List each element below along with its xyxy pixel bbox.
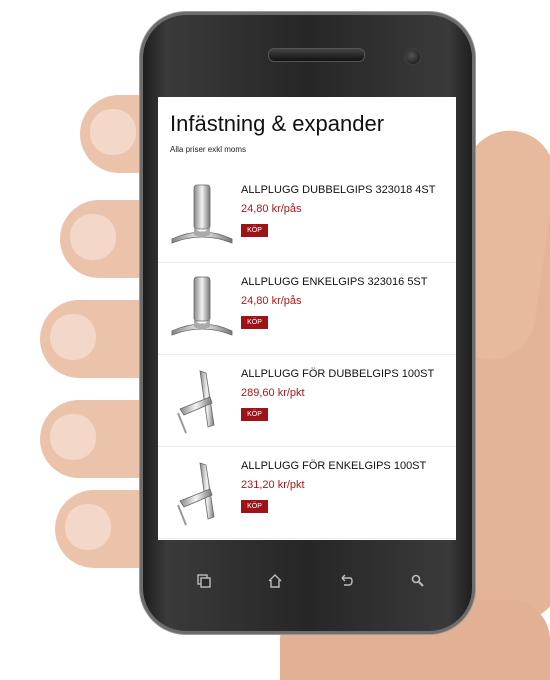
back-icon[interactable] <box>334 572 358 596</box>
price-note: Alla priser exkl moms <box>170 145 247 154</box>
product-name[interactable]: ALLPLUGG FÖR DUBBELGIPS 100ST <box>241 368 434 380</box>
straight-plug-icon <box>171 184 233 244</box>
product-item[interactable]: ALLPLUGG FÖR ENKELGIPS 100ST 231,20 kr/p… <box>158 447 456 539</box>
product-item[interactable]: ALLPLUGG FÖR DUBBELGIPS 100ST 289,60 kr/… <box>158 355 456 447</box>
product-list: ALLPLUGG DUBBELGIPS 323018 4ST 24,80 kr/… <box>158 171 456 539</box>
buy-button[interactable]: KÖP <box>241 500 268 513</box>
buy-button[interactable]: KÖP <box>241 224 268 237</box>
product-image[interactable] <box>166 179 238 255</box>
phone-camera <box>404 48 422 66</box>
product-image[interactable] <box>166 455 238 531</box>
recent-apps-icon[interactable] <box>192 572 216 596</box>
product-price: 24,80 kr/pås <box>241 295 302 307</box>
phone-speaker <box>268 48 365 62</box>
product-image[interactable] <box>166 271 238 347</box>
home-icon[interactable] <box>263 572 287 596</box>
product-name[interactable]: ALLPLUGG ENKELGIPS 323016 5ST <box>241 276 428 288</box>
angled-plug-icon <box>177 462 215 526</box>
product-item[interactable]: ALLPLUGG DUBBELGIPS 323018 4ST 24,80 kr/… <box>158 171 456 263</box>
product-price: 231,20 kr/pkt <box>241 479 305 491</box>
straight-plug-icon <box>171 276 233 336</box>
buy-button[interactable]: KÖP <box>241 408 268 421</box>
product-name[interactable]: ALLPLUGG DUBBELGIPS 323018 4ST <box>241 184 435 196</box>
android-nav-bar <box>172 572 444 596</box>
phone-device: Infästning & expander Alla priser exkl m… <box>140 12 475 634</box>
product-item[interactable]: ALLPLUGG ENKELGIPS 323016 5ST 24,80 kr/p… <box>158 263 456 355</box>
search-icon[interactable] <box>406 572 430 596</box>
angled-plug-icon <box>177 370 215 434</box>
product-price: 289,60 kr/pkt <box>241 387 305 399</box>
product-price: 24,80 kr/pås <box>241 203 302 215</box>
buy-button[interactable]: KÖP <box>241 316 268 329</box>
product-image[interactable] <box>166 363 238 439</box>
product-name[interactable]: ALLPLUGG FÖR ENKELGIPS 100ST <box>241 460 426 472</box>
phone-screen: Infästning & expander Alla priser exkl m… <box>158 97 456 540</box>
page-title: Infästning & expander <box>170 111 385 136</box>
